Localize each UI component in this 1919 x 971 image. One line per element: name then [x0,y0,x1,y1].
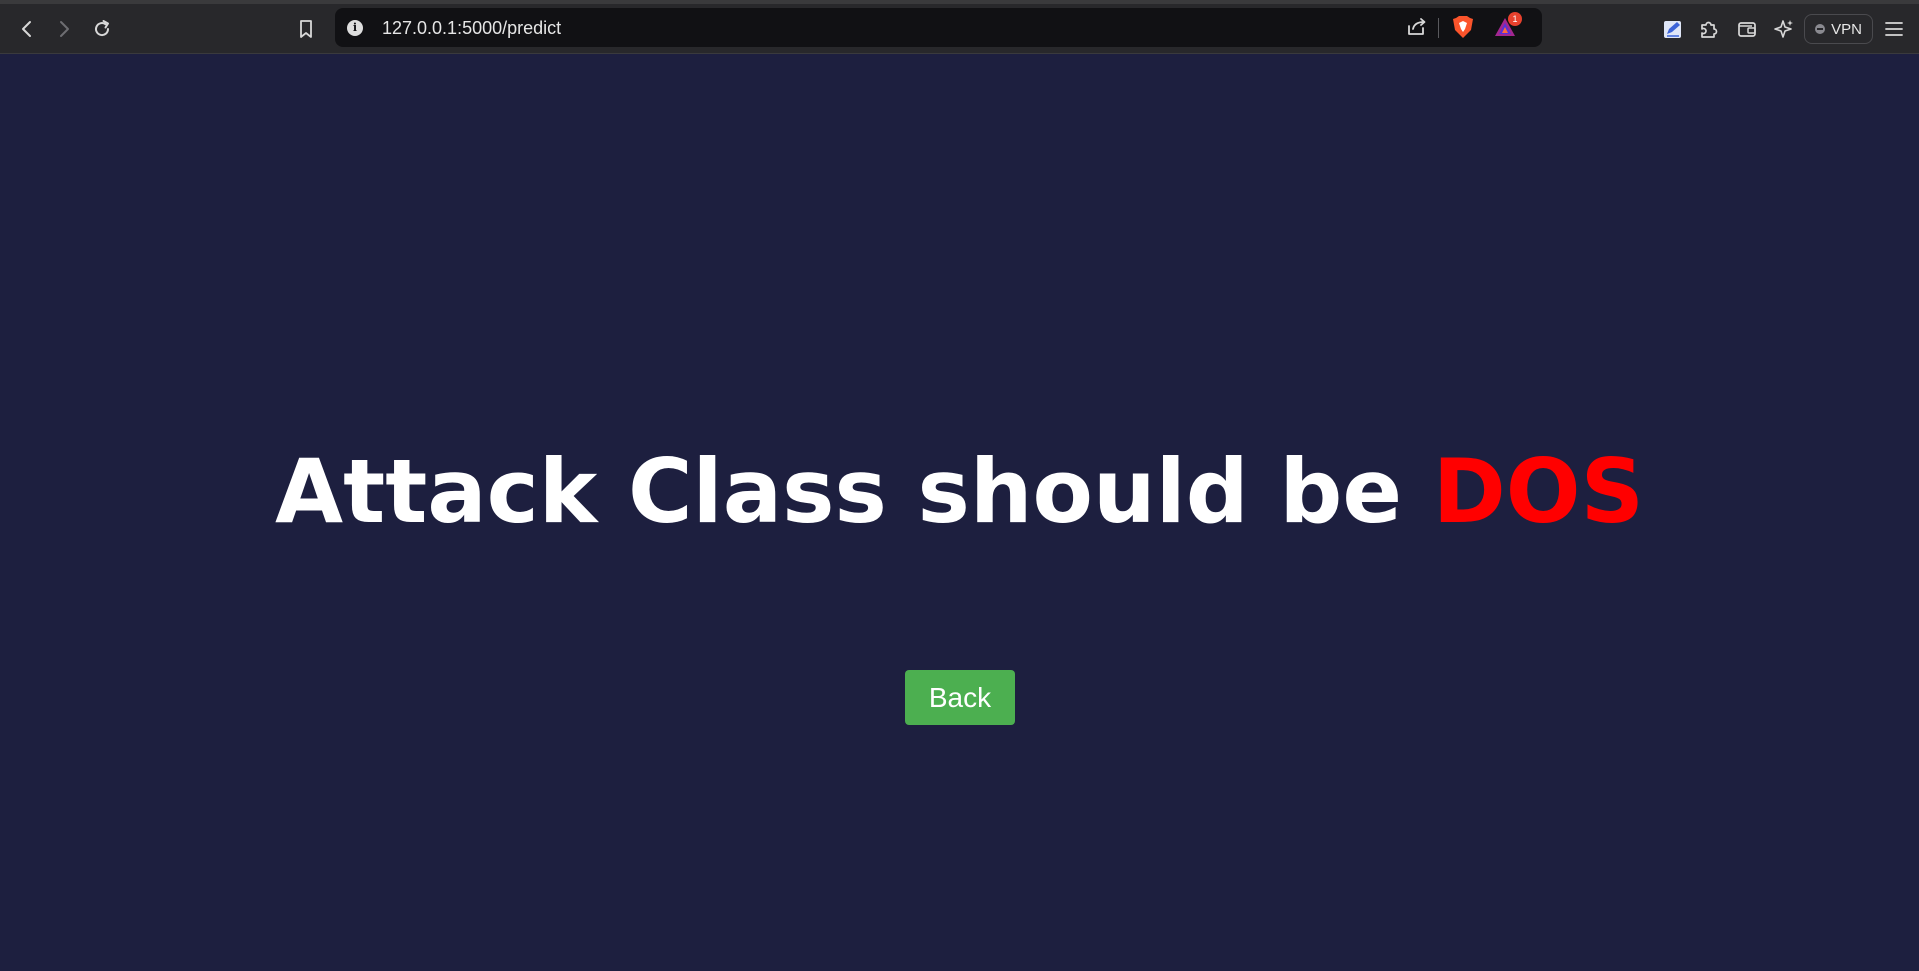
forward-icon[interactable] [48,13,80,45]
brave-shields-icon[interactable] [1452,15,1474,43]
extensions-icon[interactable] [1693,13,1725,45]
heading-prefix: Attack Class should be [275,440,1433,543]
page-content: Attack Class should be DOS Back [0,54,1919,971]
bookmark-icon[interactable] [290,13,322,45]
vpn-icon [1815,24,1826,34]
back-button[interactable]: Back [905,670,1015,725]
browser-toolbar: i 127.0.0.1:5000/predict 1 VPN [0,4,1919,54]
wallet-icon[interactable] [1731,13,1763,45]
prediction-result: DOS [1432,440,1644,543]
address-url[interactable]: 127.0.0.1:5000/predict [382,18,561,38]
address-bar-divider [1438,18,1439,38]
back-icon[interactable] [11,13,43,45]
reload-icon[interactable] [86,13,118,45]
prediction-heading: Attack Class should be DOS [0,442,1919,542]
address-bar[interactable]: i 127.0.0.1:5000/predict 1 [335,8,1542,47]
edit-icon[interactable] [1657,13,1689,45]
menu-icon[interactable] [1878,13,1910,45]
rewards-badge: 1 [1508,12,1522,26]
share-icon[interactable] [1406,16,1428,42]
vpn-label: VPN [1831,20,1862,38]
leo-ai-icon[interactable] [1768,13,1800,45]
site-info-icon[interactable]: i [347,20,363,36]
vpn-button[interactable]: VPN [1804,14,1873,44]
